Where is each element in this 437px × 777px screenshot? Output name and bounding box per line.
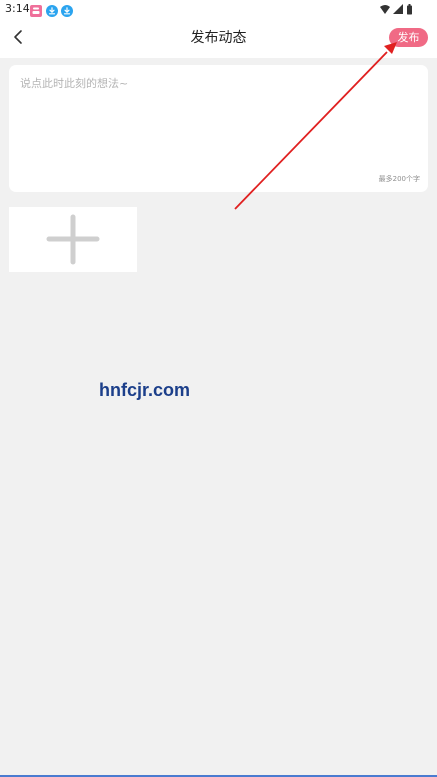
publish-button[interactable]: 发布 <box>389 28 428 47</box>
post-text-input[interactable] <box>20 75 416 167</box>
download-icon <box>46 2 58 17</box>
watermark-text: hnfcjr.com <box>99 380 191 400</box>
app-header: 发布动态 发布 <box>0 18 437 58</box>
status-time: 3:14 <box>5 2 30 15</box>
page-title: 发布动态 <box>190 30 247 46</box>
signal-icon <box>393 4 403 14</box>
status-bar: 3:14 <box>0 0 437 18</box>
add-image-button[interactable] <box>9 207 137 272</box>
char-limit-hint: 最多200个字 <box>378 175 420 183</box>
pink-app-icon <box>30 2 42 17</box>
plus-icon <box>46 214 100 265</box>
post-editor-card: 最多200个字 <box>9 65 428 192</box>
status-right-icons <box>379 2 417 16</box>
battery-icon <box>407 4 412 15</box>
download-icon <box>61 2 73 17</box>
wifi-icon <box>380 5 390 14</box>
